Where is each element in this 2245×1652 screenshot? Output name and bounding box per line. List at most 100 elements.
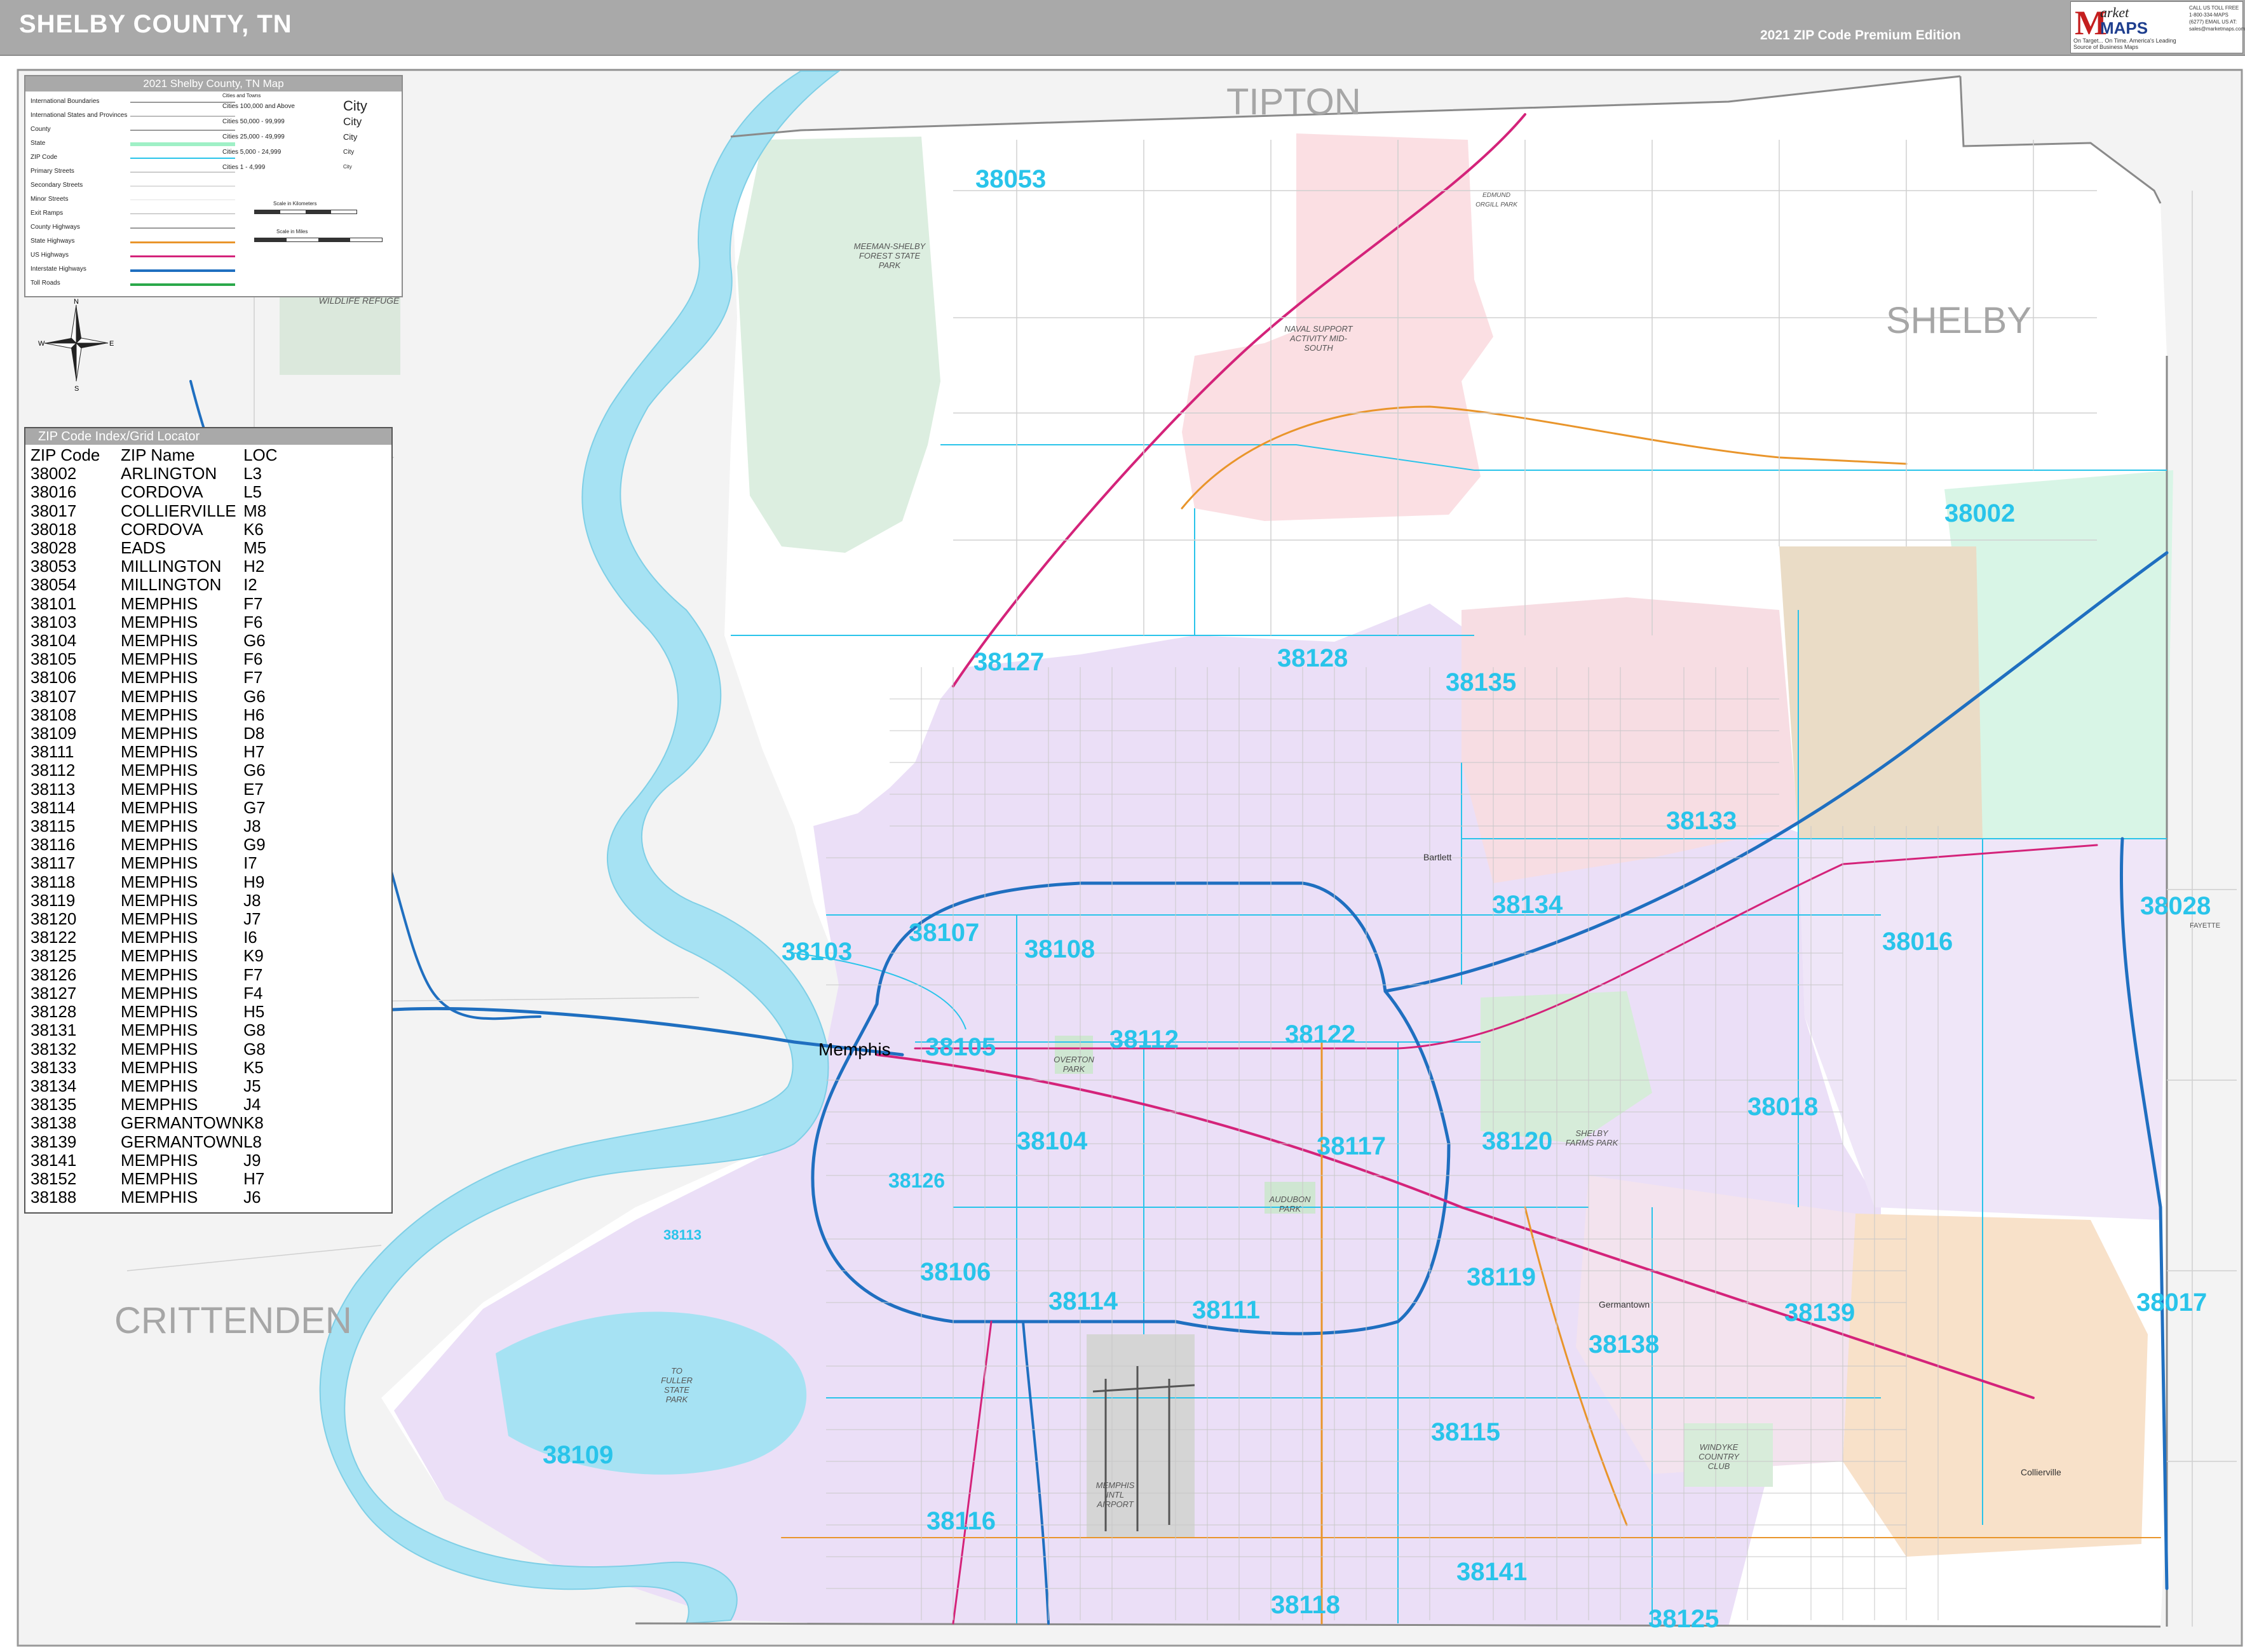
city-label-memphis: Memphis (818, 1039, 891, 1059)
legend-city-row: Cities 5,000 - 24,999 (222, 149, 281, 156)
zip-label: 38128 (1277, 644, 1348, 672)
zip-index-row: 38104 MEMPHIS G6 (31, 631, 294, 651)
zip-name-cell: MEMPHIS (121, 872, 198, 891)
zip-name-cell: MEMPHIS (121, 1095, 198, 1114)
zip-index-row: 38138 GERMANTOWN K8 (31, 1114, 294, 1132)
zip-loc-cell: H7 (243, 742, 265, 762)
zip-index-panel: ZIP Code Index/Grid Locator ZIP Code ZIP… (24, 427, 393, 1214)
zip-col-header: ZIP Code (31, 445, 100, 464)
logo-word-maps: MAPS (2100, 18, 2148, 37)
zip-index-row: 38109 MEMPHIS D8 (31, 724, 294, 743)
legend-symbol (130, 227, 235, 229)
zip-index-row: 38107 MEMPHIS G6 (31, 687, 294, 706)
compass-n: N (74, 299, 79, 306)
zip-code-cell: 38105 (31, 649, 77, 669)
zip-label: 38103 (782, 938, 853, 966)
zip-label: 38053 (975, 165, 1047, 193)
zip-index-row: 38125 MEMPHIS K9 (31, 947, 294, 965)
zip-index-row: 38127 MEMPHIS F4 (31, 984, 294, 1003)
zip-name-cell: MEMPHIS (121, 965, 198, 984)
zip-label: 38111 (1192, 1296, 1260, 1324)
zip-loc-cell: G6 (243, 761, 266, 780)
zip-label: 38016 (1882, 928, 1953, 956)
zip-index-row: 38126 MEMPHIS F7 (31, 965, 294, 984)
zip-code-cell: 38018 (31, 519, 77, 539)
zip-code-cell: 38114 (31, 797, 76, 817)
zip-index-row: 38116 MEMPHIS G9 (31, 836, 294, 854)
zip-code-cell: 38028 (31, 538, 77, 558)
legend-title: 2021 Shelby County, TN Map (25, 76, 402, 91)
zip-label: 38109 (543, 1441, 614, 1469)
zip-code-cell: 38108 (31, 705, 77, 724)
lakeland-zip-area (1779, 546, 1983, 839)
park-label-orgill: EDMUND ORGILL PARK (1475, 192, 1517, 208)
zip-loc-cell: F7 (243, 668, 263, 687)
zip-code-cell: 38107 (31, 686, 77, 706)
zip-index-row: 38106 MEMPHIS F7 (31, 668, 294, 687)
legend-scale-km: Scale in Kilometers (273, 201, 317, 207)
zip-name-cell: MEMPHIS (121, 1168, 198, 1188)
park-label-fuller: TO FULLER STATE PARK (661, 1366, 693, 1404)
zip-code-cell: 38002 (31, 464, 77, 484)
zip-label: 38108 (1024, 935, 1095, 963)
zip-loc-cell: I6 (243, 928, 257, 947)
park-label-airport: MEMPHIS INTL AIRPORT (1095, 1480, 1135, 1509)
zip-code-cell: 38125 (31, 946, 77, 966)
zip-code-cell: 38115 (31, 816, 76, 836)
zip-name-cell: MEMPHIS (121, 983, 198, 1003)
zip-name-cell: MEMPHIS (121, 1057, 198, 1077)
zip-label: 38133 (1666, 807, 1737, 835)
legend-row: Toll Roads (31, 280, 60, 287)
zip-label: 38119 (1467, 1263, 1536, 1291)
zip-index-row: 38128 MEMPHIS H5 (31, 1002, 294, 1022)
zip-name-cell: EADS (121, 538, 166, 558)
zip-code-cell: 38054 (31, 575, 77, 595)
zip-index-row: 38113 MEMPHIS E7 (31, 780, 294, 799)
legend-symbol (130, 186, 235, 187)
zip-code-cell: 38109 (31, 724, 77, 743)
legend-symbol (130, 269, 235, 272)
zip-label: 38106 (920, 1258, 991, 1286)
zip-name-cell: MEMPHIS (121, 928, 198, 947)
city-label-collierville: Collierville (2021, 1467, 2061, 1477)
legend-symbol (130, 102, 235, 103)
zip-loc-cell: J5 (243, 1076, 261, 1095)
legend-row: International States and Provinces (31, 112, 128, 119)
zip-code-cell: 38119 (31, 890, 76, 910)
map-title: SHELBY COUNTY, TN (19, 10, 292, 38)
legend-row: US Highways (31, 252, 69, 259)
zip-name-cell: MEMPHIS (121, 631, 198, 651)
zip-label: 38018 (1747, 1093, 1819, 1121)
edition-label: 2021 ZIP Code Premium Edition (1760, 28, 1961, 43)
zip-loc-cell: F6 (243, 649, 263, 669)
zip-index-row: 38135 MEMPHIS J4 (31, 1095, 294, 1114)
zip-index-title: ZIP Code Index/Grid Locator (25, 428, 391, 445)
zip-loc-cell: J4 (243, 1095, 261, 1114)
zip-loc-cell: J8 (243, 890, 261, 910)
legend-row: Secondary Streets (31, 182, 83, 189)
zip-label: 38105 (925, 1033, 996, 1061)
zip-loc-cell: J7 (243, 909, 261, 929)
zip-index-row: 38101 MEMPHIS F7 (31, 594, 294, 613)
zip-code-cell: 38141 (31, 1150, 77, 1170)
zip-loc-cell: G7 (243, 797, 266, 817)
zip-label: 38125 (1648, 1605, 1719, 1633)
zip-loc-cell: H5 (243, 1002, 265, 1022)
zip-loc-cell: G6 (243, 631, 266, 651)
zip-loc-cell: H9 (243, 872, 265, 891)
zip-label: 38017 (2136, 1289, 2208, 1317)
county-label-tipton: TIPTON (1226, 81, 1361, 123)
zip-code-cell: 38134 (31, 1076, 77, 1095)
zip-index-row: 38017 COLLIERVILLE M8 (31, 501, 294, 520)
zip-index-body: 38002 ARLINGTON L3 38016 CORDOVA L5 38017 COLLI… (31, 464, 294, 1207)
zip-index-row: 38054 MILLINGTON I2 (31, 576, 294, 594)
zip-label: 38141 (1456, 1558, 1528, 1586)
legend-row: County (31, 126, 51, 133)
zip-name-cell: MEMPHIS (121, 1076, 198, 1095)
zip-label: 38139 (1784, 1299, 1855, 1327)
legend-city-row: Cities 1 - 4,999 (222, 164, 266, 171)
zip-loc-cell: G9 (243, 835, 266, 855)
zip-name-cell: ARLINGTON (121, 464, 217, 484)
zip-label: 38115 (1431, 1418, 1501, 1446)
legend-row: Interstate Highways (31, 266, 86, 273)
